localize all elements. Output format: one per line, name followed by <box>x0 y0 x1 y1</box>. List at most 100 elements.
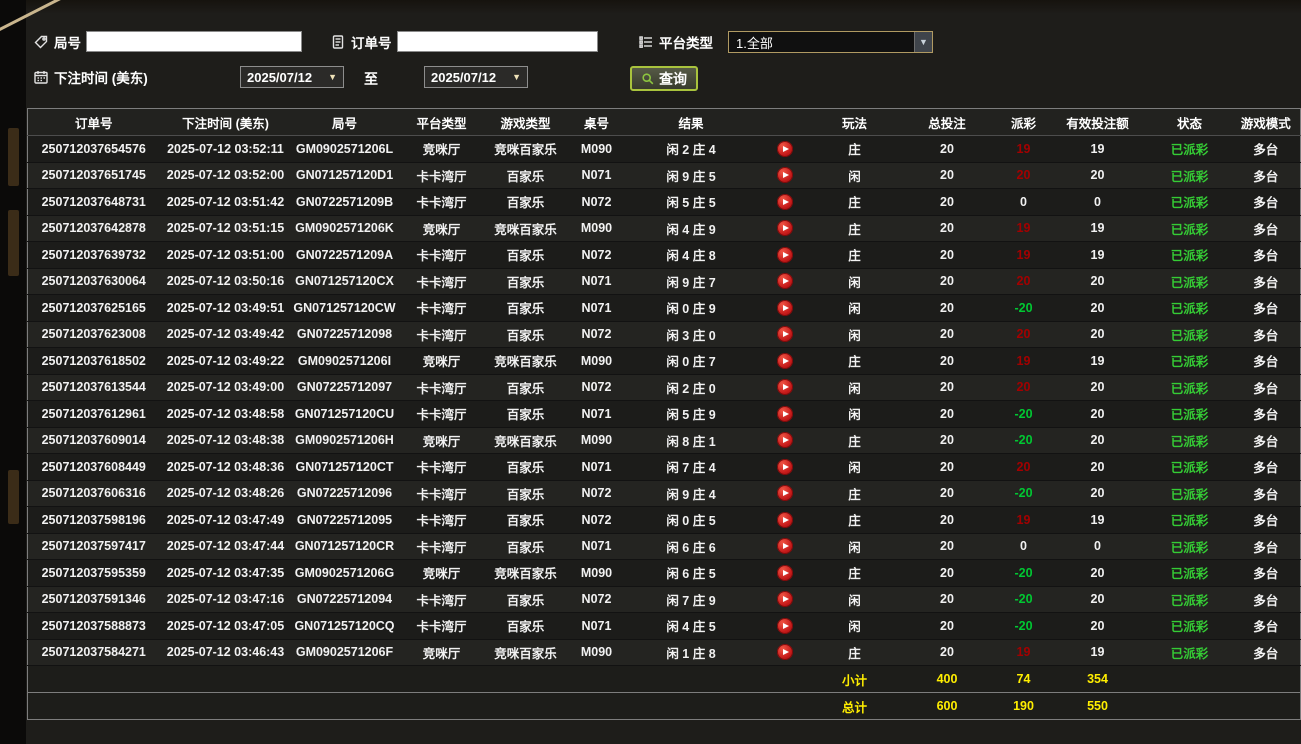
cell-platform: 竞咪厅 <box>422 646 461 661</box>
cell-status: 已派彩 <box>1170 408 1209 423</box>
play-video-button[interactable] <box>776 140 793 157</box>
column-header: 订单号 <box>27 108 160 136</box>
date-from-picker[interactable]: 2025/07/12 ▼ <box>240 66 344 88</box>
play-video-button[interactable] <box>776 405 793 422</box>
platform-type-select[interactable]: 1.全部 ▼ <box>728 31 933 53</box>
total-payout: 190 <box>1013 699 1034 713</box>
date-to-group: 2025/07/12 ▼ <box>424 66 528 88</box>
date-to-picker[interactable]: 2025/07/12 ▼ <box>424 66 528 88</box>
round-number-input[interactable] <box>86 31 302 52</box>
cell-bet-time: 2025-07-12 03:51:42 <box>166 194 285 209</box>
play-video-button[interactable] <box>776 644 793 661</box>
round-number-filter: 局号 <box>32 31 302 52</box>
cell-payout: 19 <box>1016 221 1031 236</box>
bet-records-table: 订单号 下注时间 (美东) 局号 平台类型 游戏类型 桌号 结果 玩法 总投注 派彩 有效投注额 状态… <box>27 108 1301 720</box>
cell-table-no: N072 <box>581 247 612 262</box>
left-edge-decoration <box>0 0 26 744</box>
cell-game-mode: 多台 <box>1253 275 1279 290</box>
play-video-button[interactable] <box>776 617 793 634</box>
cell-round-no: GM0902571206H <box>295 433 394 448</box>
cell-total-bet: 20 <box>940 618 954 633</box>
play-video-button[interactable] <box>776 220 793 237</box>
cell-total-bet: 20 <box>940 592 954 607</box>
cell-payout: -20 <box>1014 406 1033 421</box>
cell-empty <box>566 693 628 720</box>
cell-empty <box>755 693 815 720</box>
play-video-button[interactable] <box>776 432 793 449</box>
table-row: 250712037606316 2025-07-12 03:48:26 GN0722… <box>27 480 1301 507</box>
cell-order-no: 250712037612961 <box>41 406 146 421</box>
cell-play-video <box>755 268 815 295</box>
table-row: 250712037642878 2025-07-12 03:51:15 GM0902… <box>27 215 1301 242</box>
cell-game-mode: 多台 <box>1253 143 1279 158</box>
table-row: 250712037654576 2025-07-12 03:52:11 GM0902… <box>27 135 1301 162</box>
cell-table-no: M090 <box>580 565 613 580</box>
play-video-button[interactable] <box>776 326 793 343</box>
cell-total-bet: 20 <box>940 433 954 448</box>
play-video-button[interactable] <box>776 379 793 396</box>
cell-game-type: 百家乐 <box>506 169 545 184</box>
column-header: 游戏类型 <box>485 108 566 136</box>
play-video-button[interactable] <box>776 511 793 528</box>
play-video-button[interactable] <box>776 246 793 263</box>
round-number-label: 局号 <box>54 35 81 51</box>
cell-table-no: M090 <box>580 645 613 660</box>
cell-game-type: 竞咪百家乐 <box>494 567 557 582</box>
subtotal-payout: 74 <box>1016 672 1031 686</box>
play-video-button[interactable] <box>776 458 793 475</box>
cell-round-no: GN07225712094 <box>296 592 393 607</box>
cell-platform: 竞咪厅 <box>422 143 461 158</box>
play-video-button[interactable] <box>776 273 793 290</box>
cell-status: 已派彩 <box>1170 302 1209 317</box>
play-icon <box>782 304 789 311</box>
cell-platform: 卡卡湾厅 <box>416 381 467 396</box>
cell-status: 已派彩 <box>1170 381 1209 396</box>
cell-result: 闲 9 庄 5 <box>666 169 716 184</box>
play-icon <box>782 516 789 523</box>
cell-round-no: GN071257120D1 <box>295 168 394 183</box>
cell-status: 已派彩 <box>1170 461 1209 476</box>
cell-platform: 卡卡湾厅 <box>416 275 467 290</box>
cell-game-type: 竞咪百家乐 <box>494 355 557 370</box>
play-video-button[interactable] <box>776 167 793 184</box>
cell-empty <box>1232 666 1301 693</box>
order-number-input[interactable] <box>396 31 598 52</box>
play-video-button[interactable] <box>776 564 793 581</box>
cell-round-no: GM0902571206F <box>295 645 394 660</box>
cell-game-type: 百家乐 <box>506 381 545 396</box>
total-total-bet: 600 <box>936 699 958 713</box>
order-number-label: 订单号 <box>351 35 392 51</box>
query-button[interactable]: 查询 <box>630 66 698 91</box>
cell-table-no: N072 <box>581 512 612 527</box>
cell-payout: 20 <box>1016 459 1031 474</box>
play-video-button[interactable] <box>776 352 793 369</box>
cell-play-video <box>755 215 815 242</box>
cell-platform: 竞咪厅 <box>422 222 461 237</box>
table-row: 250712037623008 2025-07-12 03:49:42 GN0722… <box>27 321 1301 348</box>
table-head: 订单号 下注时间 (美东) 局号 平台类型 游戏类型 桌号 结果 玩法 总投注 派彩 有效投注额 状态… <box>27 108 1301 136</box>
cell-status: 已派彩 <box>1170 222 1209 237</box>
cell-payout: -20 <box>1014 565 1033 580</box>
play-video-button[interactable] <box>776 485 793 502</box>
cell-valid-bet: 20 <box>1090 565 1105 580</box>
cell-bet-time: 2025-07-12 03:47:05 <box>166 618 285 633</box>
cell-game-type: 竞咪百家乐 <box>494 143 557 158</box>
cell-play-video <box>755 162 815 189</box>
strip-mark <box>8 128 19 186</box>
cell-bet-time: 2025-07-12 03:52:00 <box>166 168 285 183</box>
play-video-button[interactable] <box>776 591 793 608</box>
cell-result: 闲 4 庄 9 <box>666 222 716 237</box>
play-video-button[interactable] <box>776 538 793 555</box>
cell-empty <box>1148 666 1232 693</box>
cell-game-mode: 多台 <box>1253 355 1279 370</box>
cell-game-mode: 多台 <box>1253 461 1279 476</box>
cell-order-no: 250712037625165 <box>41 300 146 315</box>
play-video-button[interactable] <box>776 193 793 210</box>
cell-game-mode: 多台 <box>1253 567 1279 582</box>
cell-result: 闲 2 庄 0 <box>666 381 716 396</box>
cell-play-type: 闲 <box>848 620 861 635</box>
table-row: 250712037612961 2025-07-12 03:48:58 GN0712… <box>27 400 1301 427</box>
cell-empty <box>160 693 292 720</box>
play-video-button[interactable] <box>776 299 793 316</box>
cell-round-no: GN07225712098 <box>296 327 393 342</box>
